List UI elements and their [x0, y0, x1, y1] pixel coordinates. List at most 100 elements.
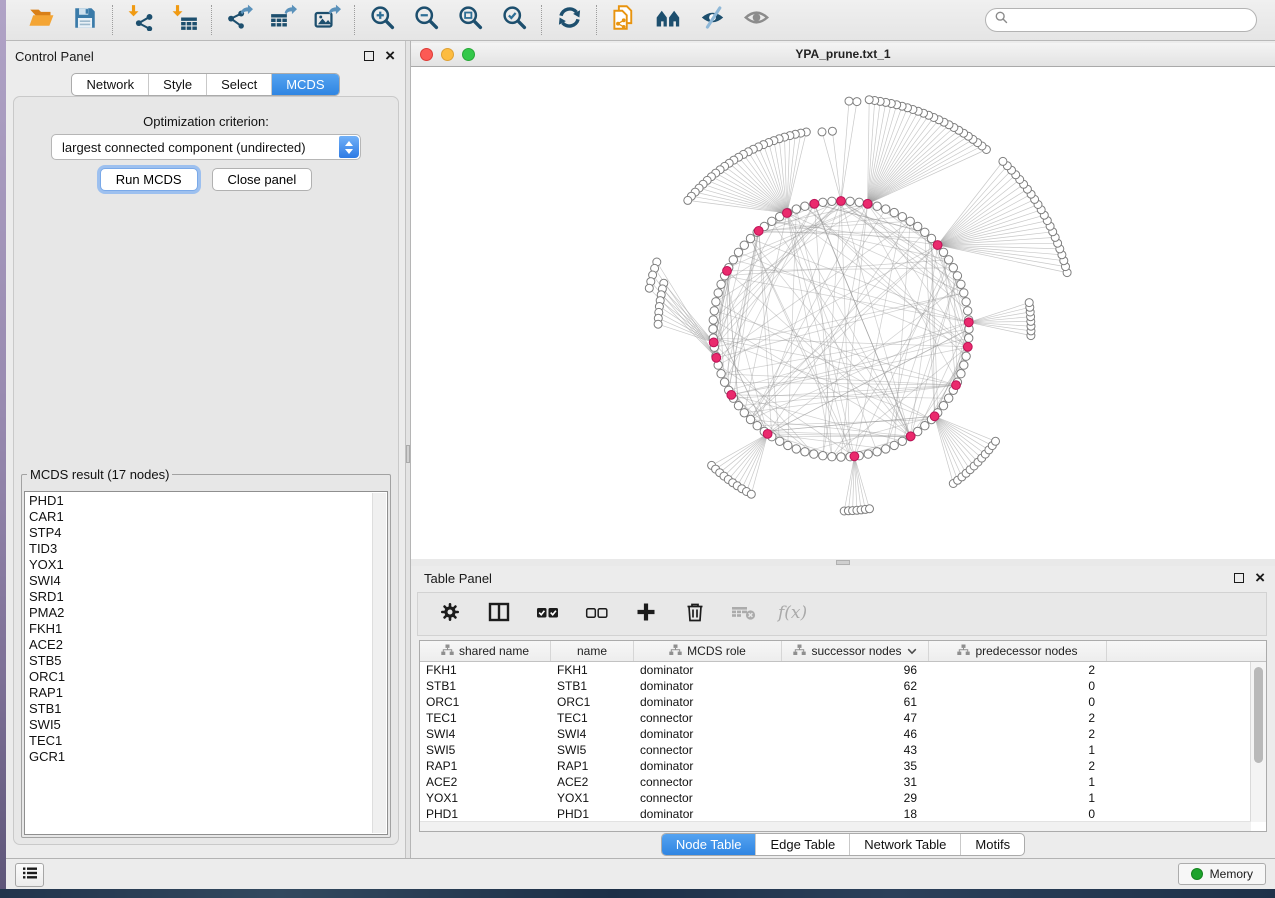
table-cell[interactable]: 46	[782, 726, 929, 742]
tab-mcds[interactable]: MCDS	[271, 74, 338, 95]
table-cell[interactable]: connector	[634, 710, 782, 726]
table-cell[interactable]: 2	[929, 710, 1107, 726]
table-cell[interactable]: 29	[782, 790, 929, 806]
close-panel-button[interactable]: Close panel	[212, 168, 313, 191]
import-table-button[interactable]	[170, 6, 198, 34]
table-row[interactable]: ORC1ORC1dominator610	[420, 694, 1251, 710]
minimize-window-icon[interactable]	[441, 48, 454, 61]
table-cell[interactable]: PHD1	[551, 806, 634, 822]
table-cell[interactable]: 96	[782, 662, 929, 678]
result-item[interactable]: PHD1	[29, 493, 371, 509]
table-cell[interactable]: TEC1	[551, 710, 634, 726]
table-cell[interactable]: ORC1	[551, 694, 634, 710]
refresh-button[interactable]	[555, 6, 583, 34]
scrollbar-thumb[interactable]	[1254, 667, 1263, 763]
network-view[interactable]	[411, 67, 1275, 559]
zoom-out-button[interactable]	[412, 6, 440, 34]
table-cell[interactable]: 2	[929, 758, 1107, 774]
float-panel-icon[interactable]	[1234, 573, 1244, 583]
table-cell[interactable]: connector	[634, 790, 782, 806]
split-panel-button[interactable]	[487, 602, 511, 626]
table-row[interactable]: ACE2ACE2connector311	[420, 774, 1251, 790]
tab-style[interactable]: Style	[148, 74, 206, 95]
table-cell[interactable]: connector	[634, 742, 782, 758]
zoom-selected-button[interactable]	[500, 6, 528, 34]
close-panel-icon[interactable]: ×	[1255, 573, 1265, 583]
maximize-window-icon[interactable]	[462, 48, 475, 61]
table-row[interactable]: PHD1PHD1dominator180	[420, 806, 1251, 822]
result-item[interactable]: GCR1	[29, 749, 371, 765]
table-cell[interactable]: 2	[929, 726, 1107, 742]
table-row[interactable]: STB1STB1dominator620	[420, 678, 1251, 694]
table-cell[interactable]: dominator	[634, 678, 782, 694]
result-item[interactable]: FKH1	[29, 621, 371, 637]
save-session-button[interactable]	[71, 6, 99, 34]
table-cell[interactable]: 0	[929, 806, 1107, 822]
table-cell[interactable]: 1	[929, 774, 1107, 790]
column-header-mcds-role[interactable]: MCDS role	[634, 641, 782, 661]
result-item[interactable]: TEC1	[29, 733, 371, 749]
table-cell[interactable]: ORC1	[420, 694, 551, 710]
table-cell[interactable]: 1	[929, 742, 1107, 758]
table-cell[interactable]: PHD1	[420, 806, 551, 822]
table-row[interactable]: RAP1RAP1dominator352	[420, 758, 1251, 774]
result-item[interactable]: TID3	[29, 541, 371, 557]
table-cell[interactable]: 2	[929, 662, 1107, 678]
task-history-button[interactable]	[15, 863, 44, 887]
zoom-in-button[interactable]	[368, 6, 396, 34]
float-panel-icon[interactable]	[364, 51, 374, 61]
add-column-button[interactable]	[634, 602, 658, 626]
table-row[interactable]: SWI5SWI5connector431	[420, 742, 1251, 758]
open-file-button[interactable]	[27, 6, 55, 34]
result-item[interactable]: SRD1	[29, 589, 371, 605]
table-cell[interactable]: ACE2	[420, 774, 551, 790]
select-all-button[interactable]	[536, 602, 560, 626]
function-builder-button[interactable]: f(x)	[781, 602, 805, 626]
result-item[interactable]: ACE2	[29, 637, 371, 653]
export-image-button[interactable]	[313, 6, 341, 34]
tab-network[interactable]: Network	[72, 74, 148, 95]
result-item[interactable]: ORC1	[29, 669, 371, 685]
tab-node-table[interactable]: Node Table	[662, 834, 756, 855]
table-cell[interactable]: dominator	[634, 662, 782, 678]
table-cell[interactable]: YOX1	[551, 790, 634, 806]
table-cell[interactable]: RAP1	[551, 758, 634, 774]
table-cell[interactable]: SWI4	[551, 726, 634, 742]
table-horizontal-scrollbar[interactable]	[420, 821, 1251, 831]
result-scrollbar-track[interactable]	[372, 493, 386, 833]
table-cell[interactable]: 47	[782, 710, 929, 726]
table-vertical-scrollbar[interactable]	[1250, 662, 1266, 822]
table-cell[interactable]: RAP1	[420, 758, 551, 774]
table-cell[interactable]: ACE2	[551, 774, 634, 790]
tab-network-table[interactable]: Network Table	[849, 834, 960, 855]
export-table-button[interactable]	[269, 6, 297, 34]
show-hidden-button[interactable]	[742, 6, 770, 34]
hide-selected-button[interactable]	[698, 6, 726, 34]
column-header-name[interactable]: name	[551, 641, 634, 661]
result-item[interactable]: STP4	[29, 525, 371, 541]
table-cell[interactable]: STB1	[551, 678, 634, 694]
memory-button[interactable]: Memory	[1178, 863, 1266, 885]
search-input[interactable]	[1014, 12, 1247, 28]
import-network-button[interactable]	[126, 6, 154, 34]
table-cell[interactable]: SWI5	[551, 742, 634, 758]
deselect-all-button[interactable]	[585, 602, 609, 626]
table-cell[interactable]: FKH1	[420, 662, 551, 678]
result-item[interactable]: STB5	[29, 653, 371, 669]
table-cell[interactable]: YOX1	[420, 790, 551, 806]
table-row[interactable]: SWI4SWI4dominator462	[420, 726, 1251, 742]
table-cell[interactable]: connector	[634, 774, 782, 790]
table-cell[interactable]: 0	[929, 678, 1107, 694]
network-canvas-svg[interactable]	[411, 67, 1275, 559]
search-box[interactable]	[985, 8, 1257, 32]
table-cell[interactable]: SWI4	[420, 726, 551, 742]
table-cell[interactable]: 61	[782, 694, 929, 710]
table-row[interactable]: YOX1YOX1connector291	[420, 790, 1251, 806]
result-item[interactable]: PMA2	[29, 605, 371, 621]
splitter-grip[interactable]	[406, 445, 410, 463]
column-header-predecessor-nodes[interactable]: predecessor nodes	[929, 641, 1107, 661]
table-row[interactable]: TEC1TEC1connector472	[420, 710, 1251, 726]
table-cell[interactable]: dominator	[634, 694, 782, 710]
search-network-button[interactable]	[654, 6, 682, 34]
close-window-icon[interactable]	[420, 48, 433, 61]
